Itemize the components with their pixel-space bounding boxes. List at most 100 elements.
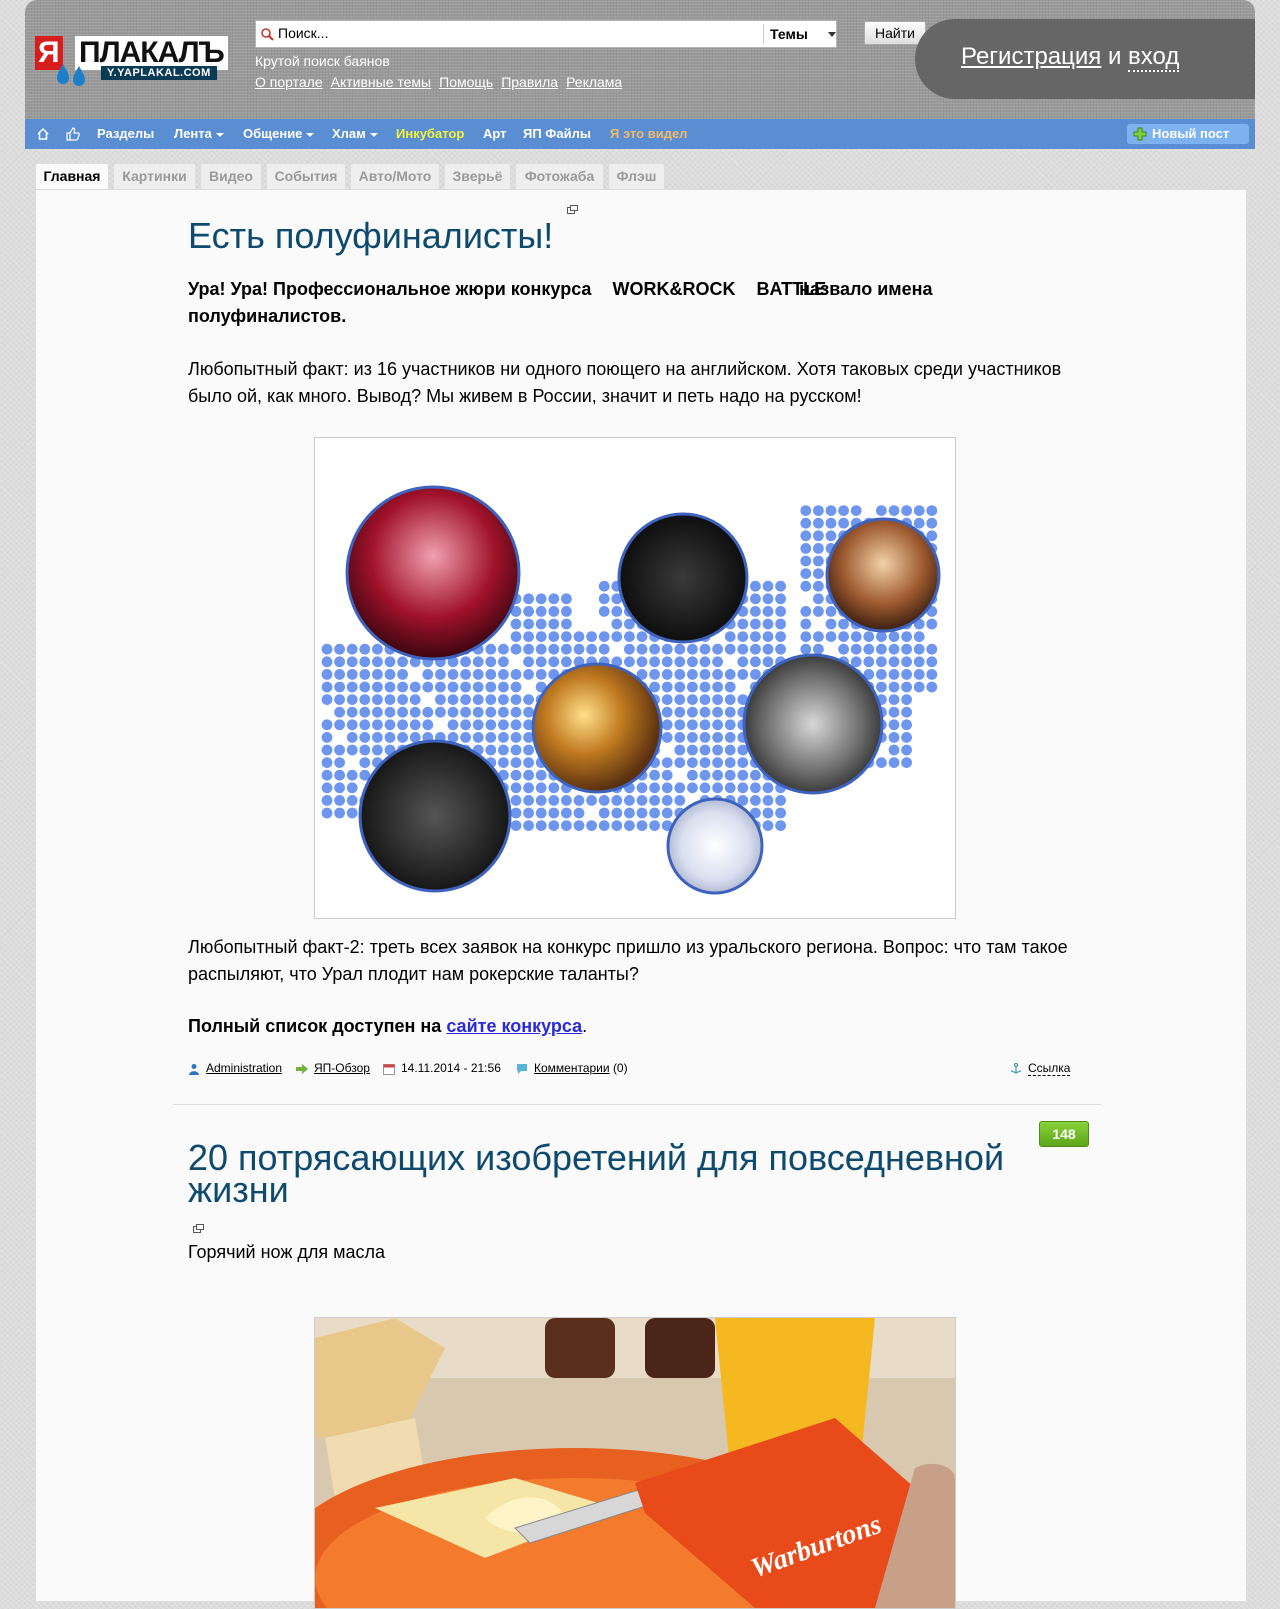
pattern-dot [737,643,749,655]
link-active-topics[interactable]: Активные темы [331,74,432,90]
pattern-dot [750,795,761,806]
contest-site-link[interactable]: сайте конкурса [446,1016,582,1036]
pattern-dot [573,820,585,831]
pattern-dot [724,719,736,731]
pattern-dot [636,820,648,831]
pattern-dot [926,505,938,516]
login-link[interactable]: вход [1128,43,1180,72]
pattern-dot [611,820,623,831]
pattern-dot [724,782,736,794]
nav-seen-it[interactable]: Я это видел [610,119,687,149]
pattern-dot [800,643,812,655]
pattern-dot [687,719,698,731]
nav-sections[interactable]: Разделы [97,119,154,149]
nav-art[interactable]: Арт [483,119,507,149]
tab-main[interactable]: Главная [35,163,109,189]
pattern-dot [649,782,660,794]
nav-incubator[interactable]: Инкубатор [396,119,464,149]
pattern-dot [510,618,522,630]
pattern-dot [409,694,421,705]
pattern-dot [586,820,597,831]
link-help[interactable]: Помощь [439,74,493,90]
pattern-dot [611,631,623,642]
pattern-dot [611,795,623,806]
pattern-dot [485,681,497,693]
pattern-dot [561,593,572,605]
pattern-dot [724,643,736,655]
pattern-dot [523,706,534,718]
pattern-dot [334,681,345,693]
pattern-dot [384,669,396,680]
pattern-dot [624,820,635,831]
tab-events[interactable]: События [266,163,346,189]
register-link[interactable]: Регистрация [961,43,1101,70]
tab-animals[interactable]: Зверьё [444,163,511,189]
thumbs-up-icon[interactable] [66,127,80,141]
post-image-collage[interactable] [314,437,956,919]
pattern-dot [523,618,534,630]
pattern-dot [699,719,711,731]
comments-count: (0) [612,1061,628,1075]
topics-select[interactable]: Темы [763,24,840,44]
tab-pictures[interactable]: Картинки [113,163,196,189]
tab-photoshop[interactable]: Фотожаба [515,163,604,189]
pattern-dot [535,606,547,617]
link-ads[interactable]: Реклама [566,74,622,90]
comments-link[interactable]: Комментарии [534,1061,610,1075]
pattern-dot [384,694,396,705]
link-about[interactable]: О портале [255,74,323,90]
pattern-dot [498,643,509,655]
permalink[interactable]: Ссылка [1028,1061,1071,1076]
section-link[interactable]: ЯП-Обзор [314,1061,370,1075]
pattern-dot [750,669,761,680]
pattern-dot [346,719,358,731]
pattern-dot [409,719,421,731]
pattern-dot [409,706,421,718]
pattern-dot [913,631,925,642]
pattern-dot [926,656,938,668]
pattern-dot [712,656,723,668]
pattern-dot [913,517,925,529]
post-title[interactable]: Есть полуфиналисты! [188,218,553,254]
nav-chat[interactable]: Общение [243,119,315,149]
tab-video[interactable]: Видео [200,163,262,189]
post-image-butter-knife[interactable]: Warburtons [314,1317,956,1609]
search-input[interactable] [278,21,758,45]
pattern-dot [913,681,925,693]
popout-icon[interactable] [193,1224,204,1233]
link-rules[interactable]: Правила [501,74,558,90]
pattern-dot [750,580,761,592]
nav-files[interactable]: ЯП Файлы [523,119,591,149]
post-title[interactable]: 20 потрясающих изобретений для повседнев… [188,1140,1088,1208]
popout-icon[interactable] [567,205,578,214]
pattern-dot [724,706,736,718]
home-icon[interactable] [36,127,50,141]
pattern-dot [472,694,484,705]
pattern-dot [397,719,408,731]
nav-junk[interactable]: Хлам [332,119,378,149]
pattern-dot [346,769,358,781]
pattern-dot [712,706,723,718]
pattern-dot [901,681,912,693]
pattern-dot [699,757,711,768]
chevron-down-icon [828,32,836,37]
pattern-dot [750,656,761,668]
find-button[interactable]: Найти [864,21,926,45]
pattern-dot [321,732,333,743]
pattern-dot [321,681,333,693]
fact-one: Любопытный факт: из 16 участников ни одн… [188,359,1062,406]
pattern-dot [901,505,912,516]
pattern-dot [750,769,761,781]
pattern-dot [598,807,610,819]
author-link[interactable]: Administration [206,1061,282,1075]
pattern-dot [661,706,673,718]
tab-auto-moto[interactable]: Авто/Мото [350,163,440,189]
pattern-dot [762,606,774,617]
pattern-dot [699,669,711,680]
nav-feed[interactable]: Лента [174,119,224,149]
site-logo[interactable]: Я ПЛАКАЛЪ Y.YAPLAKAL.COM [35,36,247,86]
pattern-dot [750,643,761,655]
tab-flash[interactable]: Флэш [608,163,665,189]
pattern-dot [510,669,522,680]
new-post-button[interactable]: Новый пост [1127,124,1249,144]
